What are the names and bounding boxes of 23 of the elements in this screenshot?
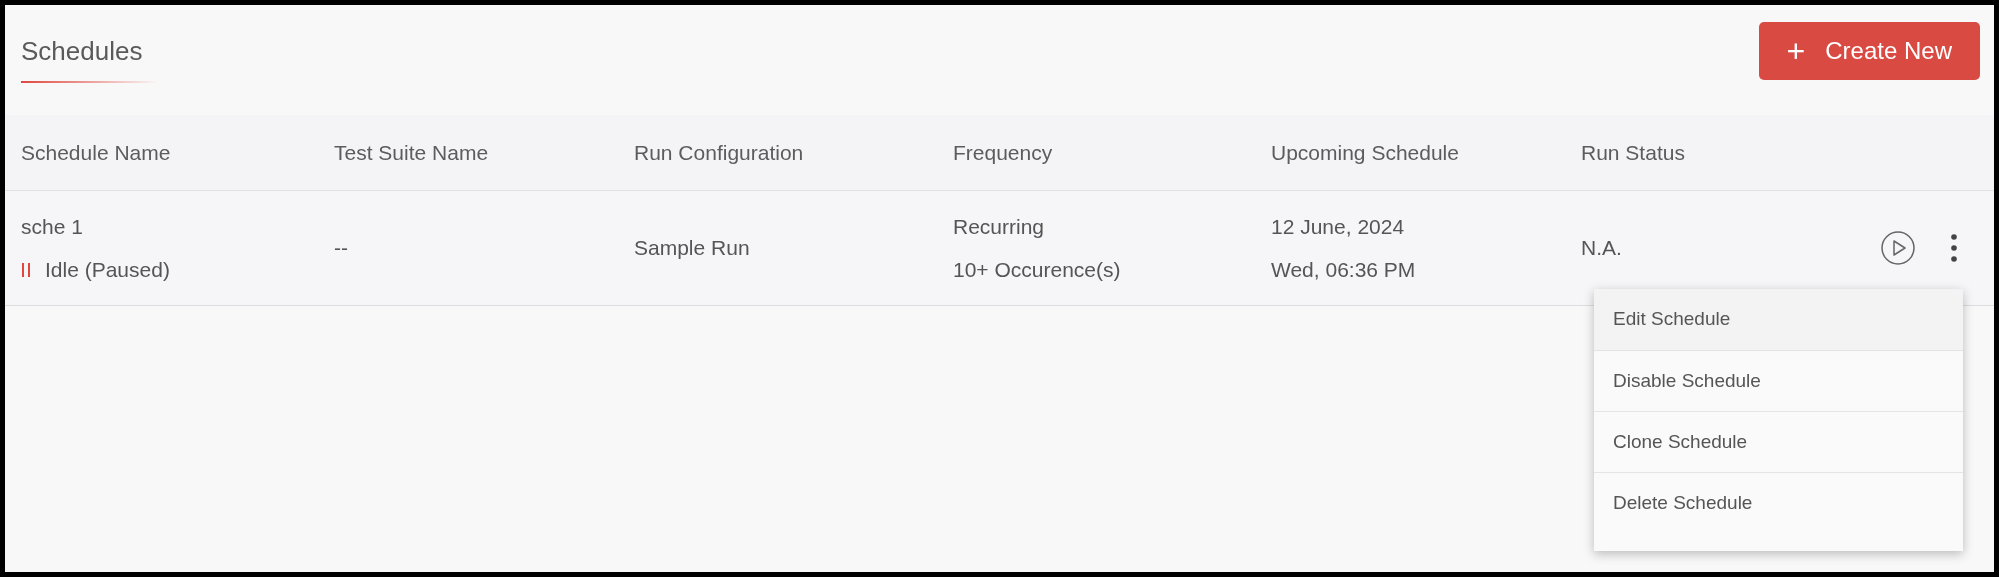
column-header: Run Status xyxy=(1581,140,1685,164)
column-header: Frequency xyxy=(953,140,1053,164)
table-cell-text: Recurring xyxy=(953,213,1046,240)
column-header: Test Suite Name xyxy=(334,140,489,164)
table-cell: Sample Run xyxy=(634,236,750,260)
schedule-name: sche 1 xyxy=(21,213,84,240)
table-cell: -- xyxy=(334,236,348,260)
page-title: Schedules xyxy=(21,35,144,68)
play-icon[interactable] xyxy=(1880,230,1916,266)
menu-item[interactable]: Edit Schedule xyxy=(1594,289,1963,350)
more-icon[interactable] xyxy=(1950,233,1958,263)
table-cell-text: Wed, 06:36 PM xyxy=(1271,257,1417,283)
table-cell-text: 12 June, 2024 xyxy=(1271,213,1406,240)
menu-item[interactable]: Clone Schedule xyxy=(1594,411,1963,472)
menu-item[interactable]: Delete Schedule xyxy=(1594,472,1963,533)
menu-item[interactable]: Disable Schedule xyxy=(1594,350,1963,411)
table-cell-text: 10+ Occurence(s) xyxy=(953,257,1122,283)
column-header: Upcoming Schedule xyxy=(1271,140,1459,164)
column-header: Schedule Name xyxy=(21,140,171,164)
column-header: Run Configuration xyxy=(634,140,804,164)
schedule-status: Idle (Paused) xyxy=(45,257,170,283)
table-cell: N.A. xyxy=(1581,236,1622,260)
create-new-button[interactable]: + Create New xyxy=(1758,22,1980,80)
